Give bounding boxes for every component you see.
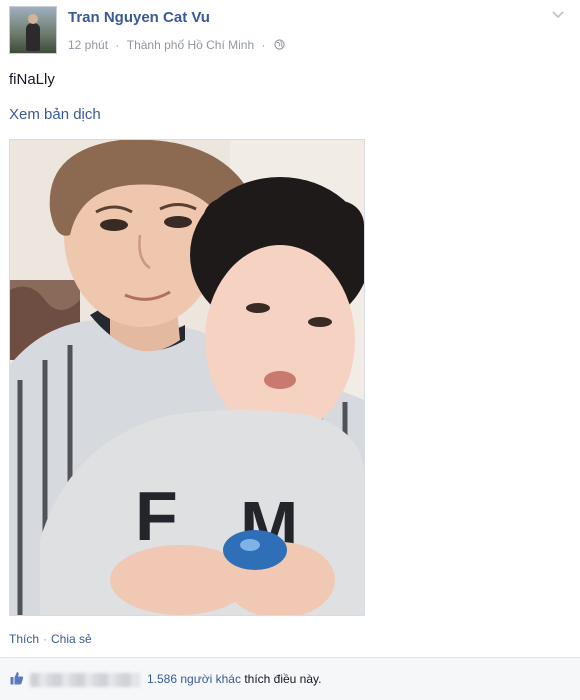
facebook-post: Tran Nguyen Cat Vu 12 phút · Thành phố H…	[0, 0, 580, 700]
likes-count-link[interactable]: 1.586 người khác	[147, 672, 241, 686]
share-link[interactable]: Chia sẻ	[51, 632, 92, 646]
post-meta: 12 phút · Thành phố Hồ Chí Minh ·	[68, 37, 285, 52]
post-location[interactable]: Thành phố Hồ Chí Minh	[127, 38, 254, 52]
avatar[interactable]	[9, 6, 57, 54]
meta-separator: ·	[261, 37, 266, 52]
post-actions: Thích · Chia sẻ	[9, 632, 92, 646]
post-time[interactable]: 12 phút	[68, 38, 108, 52]
likes-suffix: thích điều này.	[244, 672, 322, 686]
svg-text:F: F	[135, 477, 178, 555]
action-separator: ·	[43, 632, 48, 646]
blurred-friend-names	[30, 673, 140, 687]
likes-bar: 1.586 người khác thích điều này.	[0, 657, 580, 700]
meta-separator: ·	[115, 37, 120, 52]
translate-link[interactable]: Xem bản dịch	[9, 106, 101, 123]
post-message: fiNaLly	[9, 71, 55, 88]
like-link[interactable]: Thích	[9, 632, 39, 646]
chevron-down-icon[interactable]	[552, 11, 564, 19]
likes-summary: 1.586 người khác thích điều này.	[147, 672, 321, 686]
post-photo[interactable]: F M	[9, 139, 365, 616]
author-name[interactable]: Tran Nguyen Cat Vu	[68, 9, 210, 26]
globe-icon[interactable]	[274, 39, 285, 50]
like-icon	[10, 672, 24, 685]
photo-illustration: F M	[10, 140, 364, 615]
